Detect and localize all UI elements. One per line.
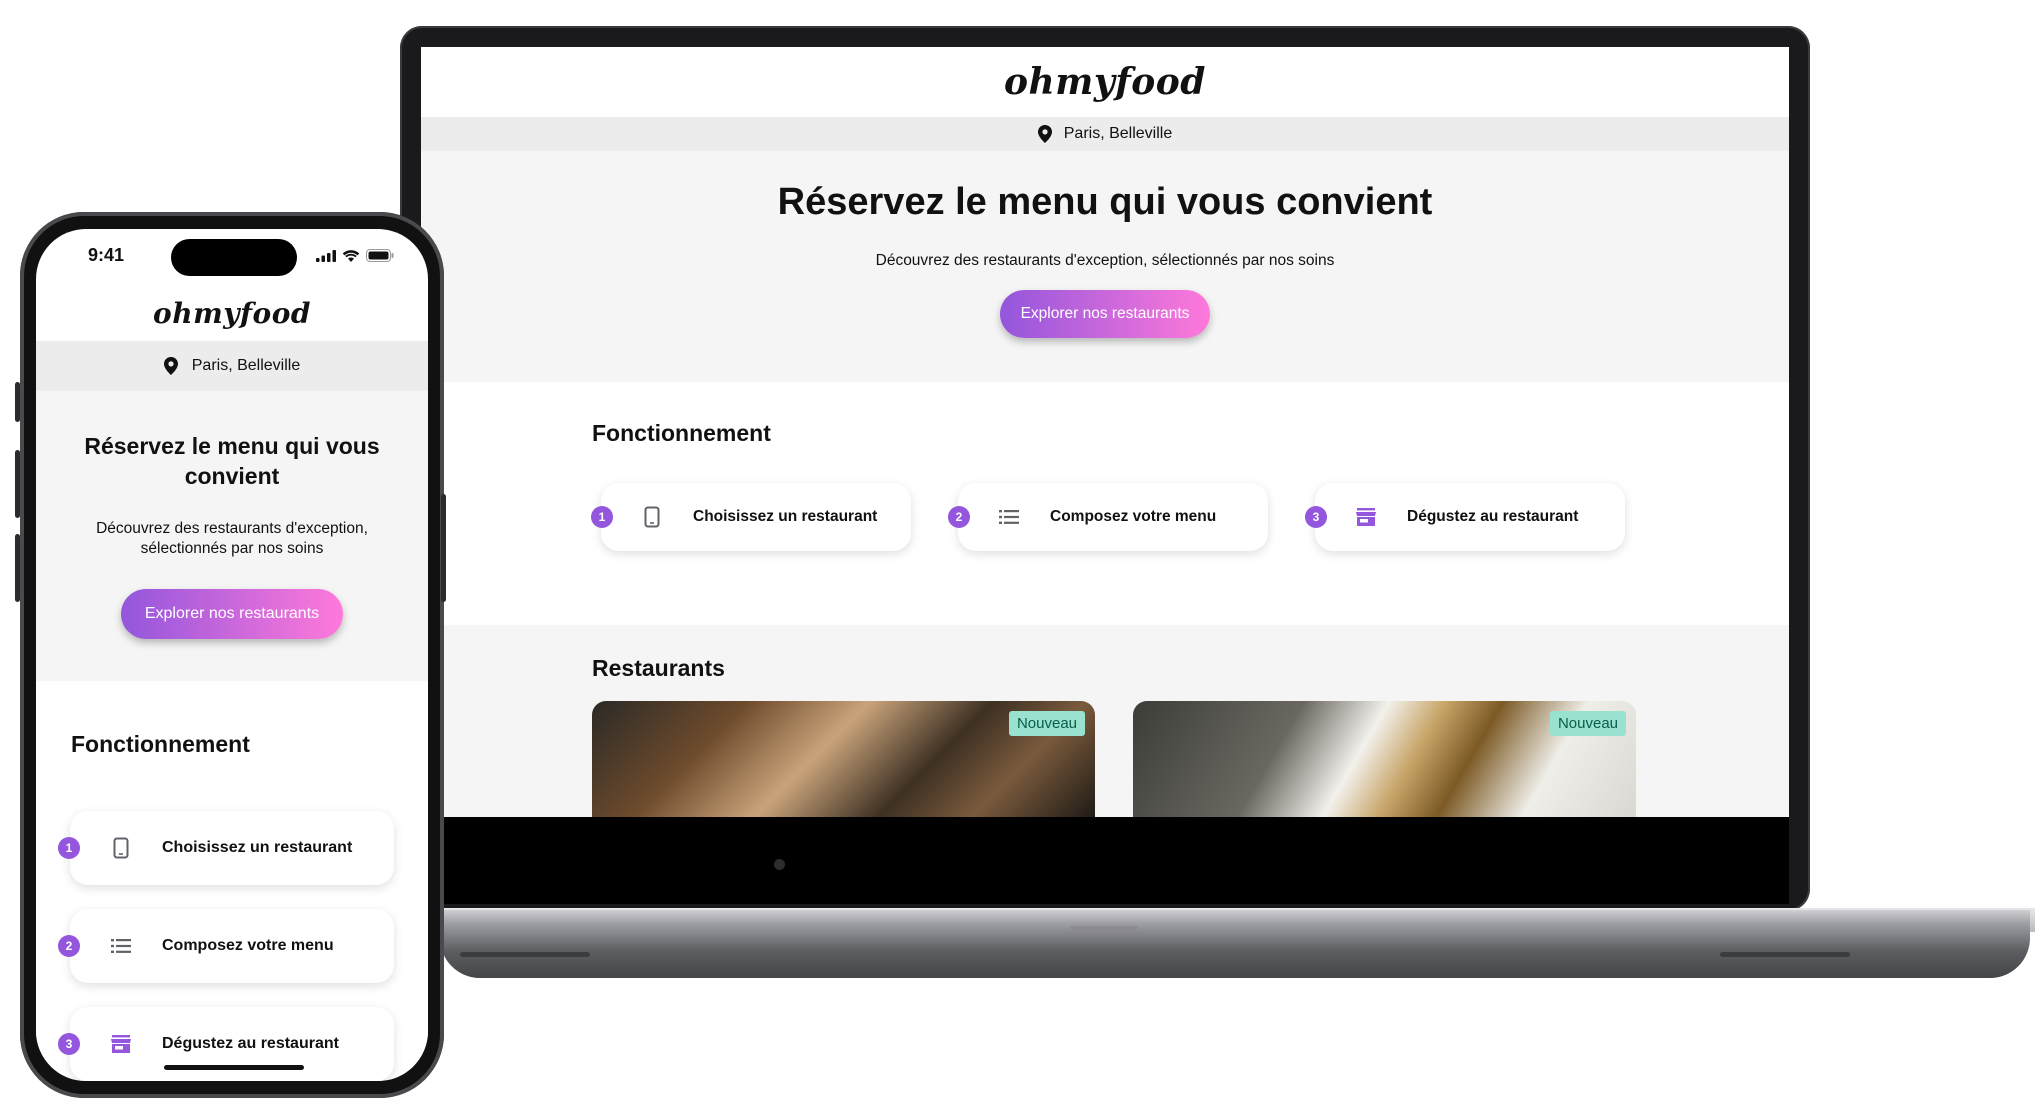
store-icon [1351,508,1381,526]
signal-icon [316,249,336,262]
step-number: 2 [58,935,80,957]
restaurants-section: Restaurants Nouveau Nouveau [421,625,1789,817]
step-number: 1 [591,506,613,528]
step-label: Choisissez un restaurant [162,839,353,856]
phone-side-button [15,382,20,422]
status-bar: 9:41 [36,229,428,285]
explore-restaurants-button[interactable]: Explorer nos restaurants [1000,290,1210,338]
list-icon [994,509,1024,525]
wifi-icon [342,250,360,262]
step-number: 2 [948,506,970,528]
status-icons [316,249,394,262]
hero-title: Réservez le menu qui vous convient [777,181,1433,223]
dynamic-island [171,239,297,276]
hero-title: Réservez le menu qui vous convient [84,433,380,489]
steps-list: 1 Choisissez un restaurant 2 Composez vo… [581,483,1625,551]
step-label: Composez votre menu [162,937,334,954]
step-card-choose[interactable]: 1 Choisissez un restaurant [58,811,394,885]
how-it-works-title: Fonctionnement [592,420,771,446]
location-pin-icon [1037,125,1052,143]
step-number: 1 [58,837,80,859]
battery-icon [366,249,394,262]
phone-icon [106,837,136,859]
hero-subtitle: Découvrez des restaurants d'exception, s… [875,252,1335,269]
restaurant-card-image[interactable]: Nouveau [1133,701,1636,817]
location-bar: Paris, Belleville [36,341,428,391]
laptop-base [440,910,2030,978]
restaurant-card-image[interactable]: Nouveau [592,701,1095,817]
step-card-enjoy[interactable]: 3 Dégustez au restaurant [1305,483,1625,551]
location-pin-icon [163,357,178,375]
camera-icon [774,859,785,870]
status-time: 9:41 [88,245,125,265]
location-bar: Paris, Belleville [421,117,1789,151]
phone-icon [637,506,667,528]
site-header: ohmyfood [36,285,428,341]
hero-section: Réservez le menu qui vous convient Décou… [421,151,1789,382]
how-it-works-title: Fonctionnement [71,731,250,757]
location-label: Paris, Belleville [1063,125,1173,142]
step-card-compose[interactable]: 2 Composez votre menu [948,483,1268,551]
laptop-notch [1070,926,1138,932]
site-logo[interactable]: ohmyfood [153,297,311,330]
restaurants-title: Restaurants [592,655,725,681]
list-icon [106,938,136,954]
phone-side-button [441,494,446,602]
hero-subtitle: Découvrez des restaurants d'exception, s… [96,520,368,557]
step-number: 3 [1305,506,1327,528]
store-icon [106,1035,136,1053]
new-badge: Nouveau [1008,711,1085,736]
site-logo[interactable]: ohmyfood [1004,61,1206,103]
step-label: Composez votre menu [1050,508,1217,525]
phone-side-button [15,450,20,518]
step-label: Choisissez un restaurant [693,508,878,525]
location-label: Paris, Belleville [191,357,301,374]
home-indicator[interactable] [164,1065,304,1070]
laptop-foot [1720,952,1850,957]
laptop-foot [460,952,590,957]
laptop-screen: ohmyfood Paris, Belleville Réservez le m… [421,47,1789,817]
phone-screen: 9:41 ohmyfood Paris, Belleville Réservez… [36,229,428,1081]
how-it-works-section: Fonctionnement 1 Choisissez un restauran… [421,382,1789,625]
step-number: 3 [58,1033,80,1055]
explore-restaurants-button[interactable]: Explorer nos restaurants [121,589,343,639]
site-header: ohmyfood [421,47,1789,117]
hero-section: Réservez le menu qui vous convient Décou… [36,391,428,681]
phone-side-button [15,534,20,602]
new-badge: Nouveau [1549,711,1626,736]
step-label: Dégustez au restaurant [1407,508,1579,525]
how-it-works-section: Fonctionnement 1 Choisissez un restauran… [36,681,428,1081]
step-label: Dégustez au restaurant [162,1035,339,1052]
step-card-compose[interactable]: 2 Composez votre menu [58,909,394,983]
laptop-bezel [421,817,1789,904]
step-card-choose[interactable]: 1 Choisissez un restaurant [591,483,911,551]
